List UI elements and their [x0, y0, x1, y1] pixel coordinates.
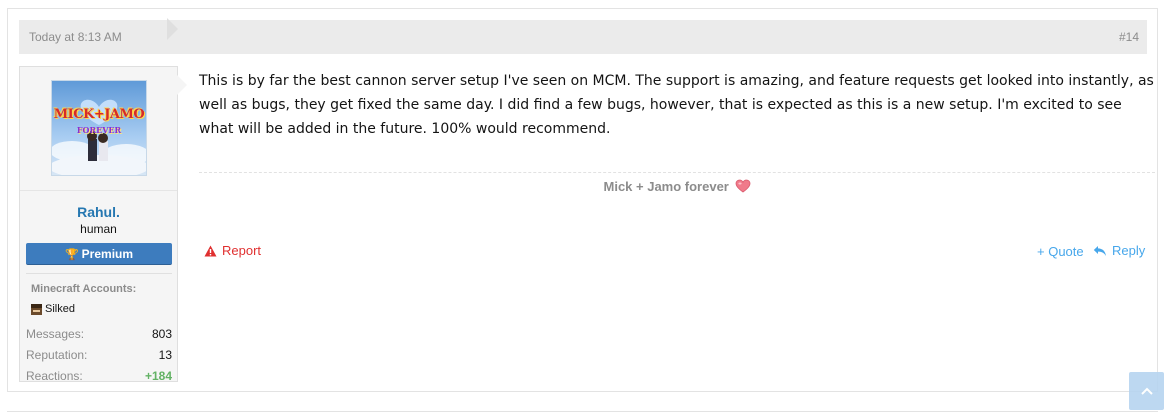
avatar-text-1: MICK+JAMO	[53, 107, 145, 122]
signature-text: Mick + Jamo forever	[603, 179, 729, 194]
post-message: This is by far the best cannon server se…	[199, 73, 1154, 137]
post-number-link[interactable]: #14	[1119, 30, 1139, 44]
post-header: Today at 8:13 AM #14	[19, 20, 1147, 54]
reply-icon	[1093, 245, 1106, 256]
stat-reactions-label: Reactions:	[26, 369, 83, 383]
reply-label: Reply	[1112, 243, 1146, 258]
user-extras-divider	[26, 273, 172, 274]
reply-link[interactable]: Reply	[1093, 243, 1145, 258]
user-arrow	[177, 75, 187, 95]
username-link[interactable]: Rahul.	[20, 204, 177, 220]
minecraft-account-name: Silked	[45, 303, 75, 315]
user-title: human	[80, 222, 117, 236]
avatar-area: MICK+JAMO FOREVER	[20, 67, 177, 191]
stat-reactions: Reactions: +184	[26, 369, 172, 383]
stat-reputation-label: Reputation:	[26, 348, 88, 362]
report-link[interactable]: Report	[204, 243, 261, 258]
minecraft-accounts-title: Minecraft Accounts:	[31, 283, 137, 295]
report-label: Report	[222, 243, 262, 258]
premium-banner: 🏆 Premium	[26, 243, 172, 265]
quote-link[interactable]: + Quote	[1037, 244, 1084, 259]
next-post-edge	[7, 411, 1158, 417]
stat-reactions-value: +184	[144, 369, 172, 383]
premium-banner-label: Premium	[81, 247, 134, 261]
stat-reputation: Reputation: 13	[26, 348, 172, 362]
warning-icon	[204, 245, 217, 256]
user-info-column: MICK+JAMO FOREVER Rahul. human 🏆 Premium …	[19, 66, 187, 383]
stat-reputation-value: 13	[158, 348, 172, 362]
signature: Mick + Jamo forever	[199, 179, 1155, 194]
trophy-icon: 🏆	[64, 249, 79, 261]
minecraft-head-icon	[31, 303, 42, 315]
user-arrow-border	[167, 18, 178, 40]
avatar[interactable]: MICK+JAMO FOREVER	[51, 80, 147, 176]
stat-messages: Messages: 803	[26, 327, 172, 341]
signature-divider	[199, 172, 1155, 173]
stat-messages-label: Messages:	[26, 327, 85, 341]
minecraft-account[interactable]: Silked	[31, 303, 75, 315]
chevron-up-icon	[1140, 387, 1153, 395]
scroll-to-top-button[interactable]	[1129, 372, 1164, 410]
avatar-text-2: FOREVER	[76, 125, 122, 135]
heart-icon	[735, 179, 750, 193]
stat-messages-value: 803	[151, 327, 172, 341]
post-date[interactable]: Today at 8:13 AM	[29, 30, 122, 44]
post-container: Today at 8:13 AM #14 MICK+JAMO FOREVER R…	[7, 8, 1158, 392]
